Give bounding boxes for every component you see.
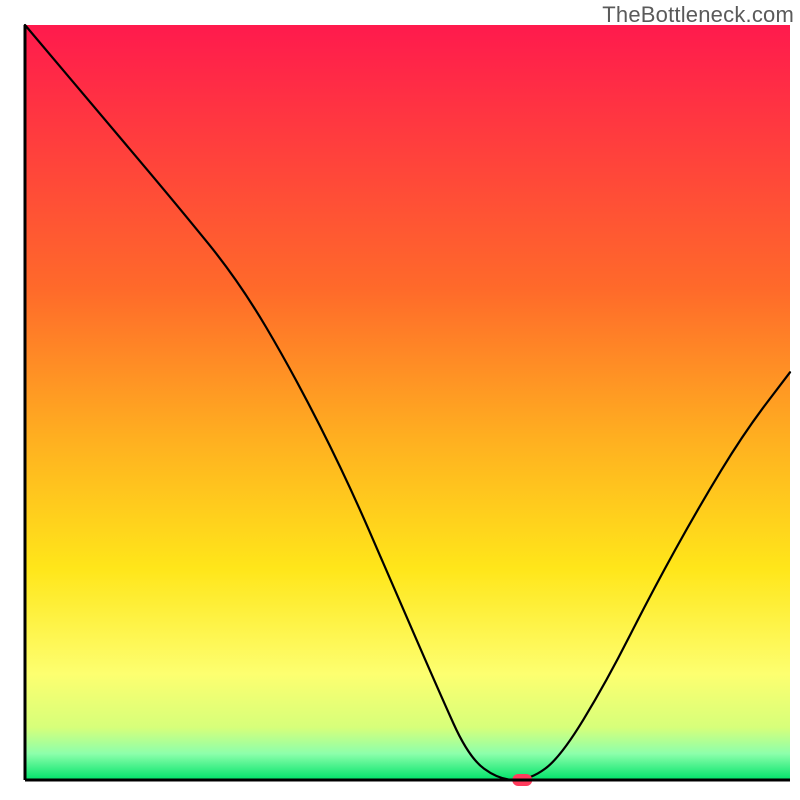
bottleneck-chart bbox=[0, 0, 800, 800]
gradient-background bbox=[25, 25, 790, 780]
watermark-text: TheBottleneck.com bbox=[602, 2, 794, 28]
